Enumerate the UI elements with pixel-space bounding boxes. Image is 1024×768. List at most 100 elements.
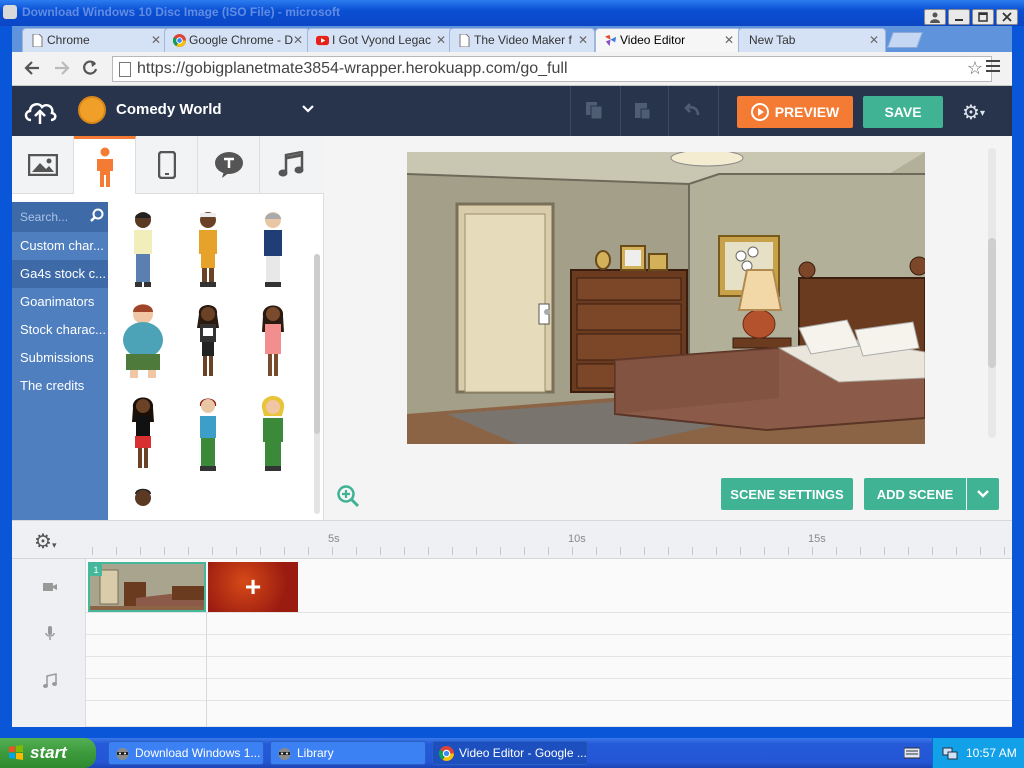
scene-settings-button[interactable]: SCENE SETTINGS bbox=[721, 478, 853, 510]
forward-button[interactable] bbox=[52, 59, 72, 79]
character-thumbnail[interactable] bbox=[128, 210, 158, 290]
network-icon[interactable] bbox=[942, 745, 958, 761]
clock[interactable]: 10:57 AM bbox=[966, 746, 1017, 760]
save-button[interactable]: SAVE bbox=[863, 96, 943, 128]
taskbar-item-video-editor[interactable]: Video Editor - Google ... bbox=[432, 741, 588, 765]
character-grid bbox=[108, 202, 312, 520]
character-thumbnail[interactable] bbox=[193, 394, 223, 474]
speech-bubble-icon bbox=[214, 152, 243, 178]
minimize-button[interactable] bbox=[948, 9, 970, 25]
divider bbox=[668, 86, 669, 136]
tab-audio[interactable] bbox=[260, 136, 322, 194]
reload-button[interactable] bbox=[80, 59, 100, 79]
scene-preview-image bbox=[90, 564, 204, 610]
back-button[interactable] bbox=[22, 59, 42, 79]
ruler-tick bbox=[644, 547, 645, 555]
new-tab-button[interactable] bbox=[887, 32, 923, 48]
close-button[interactable] bbox=[996, 9, 1018, 25]
maximize-button[interactable] bbox=[972, 9, 994, 25]
library-scrollbar[interactable] bbox=[314, 254, 320, 514]
tab-characters[interactable] bbox=[74, 136, 136, 194]
address-bar[interactable]: https://gobigplanetmate3854-wrapper.hero… bbox=[112, 56, 992, 82]
forward-arrow-icon bbox=[55, 61, 70, 75]
stage-scrollbar[interactable] bbox=[988, 148, 996, 438]
tab-label: Video Editor bbox=[620, 33, 686, 47]
tick-label-10s: 10s bbox=[568, 533, 586, 545]
chevron-down-icon[interactable] bbox=[302, 100, 314, 116]
ruler-tick bbox=[596, 547, 597, 555]
tab-close-icon[interactable]: ✕ bbox=[151, 29, 161, 51]
character-thumbnail[interactable] bbox=[258, 394, 288, 474]
keyboard-icon[interactable] bbox=[904, 747, 920, 759]
user-icon bbox=[930, 12, 940, 23]
bookmark-star-icon[interactable]: ☆ bbox=[967, 58, 983, 79]
undo-icon[interactable] bbox=[682, 100, 702, 120]
taskbar-item-download-windows[interactable]: Download Windows 1... bbox=[108, 741, 264, 765]
tab-backgrounds[interactable] bbox=[12, 136, 74, 194]
tab-chrome[interactable]: Chrome ✕ bbox=[22, 28, 168, 52]
character-thumbnail[interactable] bbox=[193, 302, 223, 382]
timeline-settings-gear-icon[interactable]: ⚙▾ bbox=[34, 529, 56, 554]
editor-header: Comedy World PREVIEW SAVE ⚙▾ bbox=[12, 86, 1012, 136]
category-goanimators[interactable]: Goanimators bbox=[12, 288, 108, 316]
character-thumbnail[interactable] bbox=[128, 486, 158, 520]
tab-video-maker[interactable]: The Video Maker f ✕ bbox=[449, 28, 595, 52]
scene-canvas[interactable] bbox=[407, 152, 925, 444]
video-editor-icon bbox=[604, 34, 617, 47]
character-thumbnail[interactable] bbox=[258, 302, 288, 382]
tab-close-icon[interactable]: ✕ bbox=[293, 29, 303, 51]
preview-button[interactable]: PREVIEW bbox=[737, 96, 853, 128]
divider bbox=[718, 86, 719, 136]
profile-button[interactable] bbox=[924, 9, 946, 25]
settings-gear-icon[interactable]: ⚙▾ bbox=[962, 100, 985, 125]
taskbar-item-library[interactable]: Library bbox=[270, 741, 426, 765]
divider bbox=[620, 86, 621, 136]
tab-youtube[interactable]: I Got Vyond Legac ✕ bbox=[307, 28, 453, 52]
character-thumbnail[interactable] bbox=[258, 210, 288, 290]
tab-close-icon[interactable]: ✕ bbox=[578, 29, 588, 51]
copy-icon[interactable] bbox=[584, 100, 604, 120]
music-track[interactable] bbox=[86, 679, 1012, 701]
category-ga4s-stock[interactable]: Ga4s stock c... bbox=[12, 260, 108, 288]
character-thumbnail[interactable] bbox=[193, 210, 223, 290]
tab-close-icon[interactable]: ✕ bbox=[869, 29, 879, 51]
character-thumbnail[interactable] bbox=[118, 302, 168, 382]
zoom-in-icon[interactable] bbox=[336, 484, 360, 508]
tab-new-tab[interactable]: New Tab ✕ bbox=[738, 28, 886, 52]
ruler-tick bbox=[380, 547, 381, 555]
search-input[interactable]: Search... bbox=[12, 202, 108, 232]
tab-google-chrome[interactable]: Google Chrome - D ✕ bbox=[164, 28, 310, 52]
start-button[interactable]: start bbox=[0, 738, 96, 768]
paste-icon[interactable] bbox=[632, 100, 652, 120]
category-submissions[interactable]: Submissions bbox=[12, 344, 108, 372]
chrome-menu-icon[interactable] bbox=[986, 60, 1000, 76]
category-stock-characters[interactable]: Stock charac... bbox=[12, 316, 108, 344]
theme-name[interactable]: Comedy World bbox=[116, 101, 222, 118]
ruler-tick bbox=[620, 547, 621, 555]
voice-track[interactable] bbox=[86, 613, 1012, 635]
page-icon bbox=[459, 34, 470, 47]
category-custom-characters[interactable]: Custom char... bbox=[12, 232, 108, 260]
window-titlebar[interactable]: Download Windows 10 Disc Image (ISO File… bbox=[0, 0, 1024, 26]
voice-track[interactable] bbox=[86, 635, 1012, 657]
tab-label: Chrome bbox=[47, 33, 90, 47]
add-scene-button[interactable]: ADD SCENE bbox=[864, 478, 966, 510]
play-icon bbox=[750, 103, 769, 121]
character-thumbnail[interactable] bbox=[128, 394, 158, 474]
tab-video-editor[interactable]: Video Editor ✕ bbox=[595, 28, 741, 53]
category-the-credits[interactable]: The credits bbox=[12, 372, 108, 400]
music-track[interactable] bbox=[86, 657, 1012, 679]
tab-close-icon[interactable]: ✕ bbox=[436, 29, 446, 51]
add-scene-dropdown[interactable] bbox=[967, 478, 999, 510]
scene-thumbnail[interactable]: 1 bbox=[88, 562, 206, 612]
add-scene-thumbnail[interactable]: + bbox=[208, 562, 298, 612]
search-icon[interactable] bbox=[90, 208, 104, 222]
tab-text[interactable] bbox=[198, 136, 260, 194]
tab-close-icon[interactable]: ✕ bbox=[724, 29, 734, 51]
music-track[interactable] bbox=[86, 701, 1012, 727]
timeline-ruler[interactable]: ⚙▾ 5s 10s 15s bbox=[12, 521, 1012, 559]
tab-props[interactable] bbox=[136, 136, 198, 194]
url-text[interactable]: https://gobigplanetmate3854-wrapper.hero… bbox=[137, 60, 568, 78]
theme-avatar-icon[interactable] bbox=[78, 96, 106, 124]
cloud-upload-icon[interactable] bbox=[22, 96, 58, 126]
